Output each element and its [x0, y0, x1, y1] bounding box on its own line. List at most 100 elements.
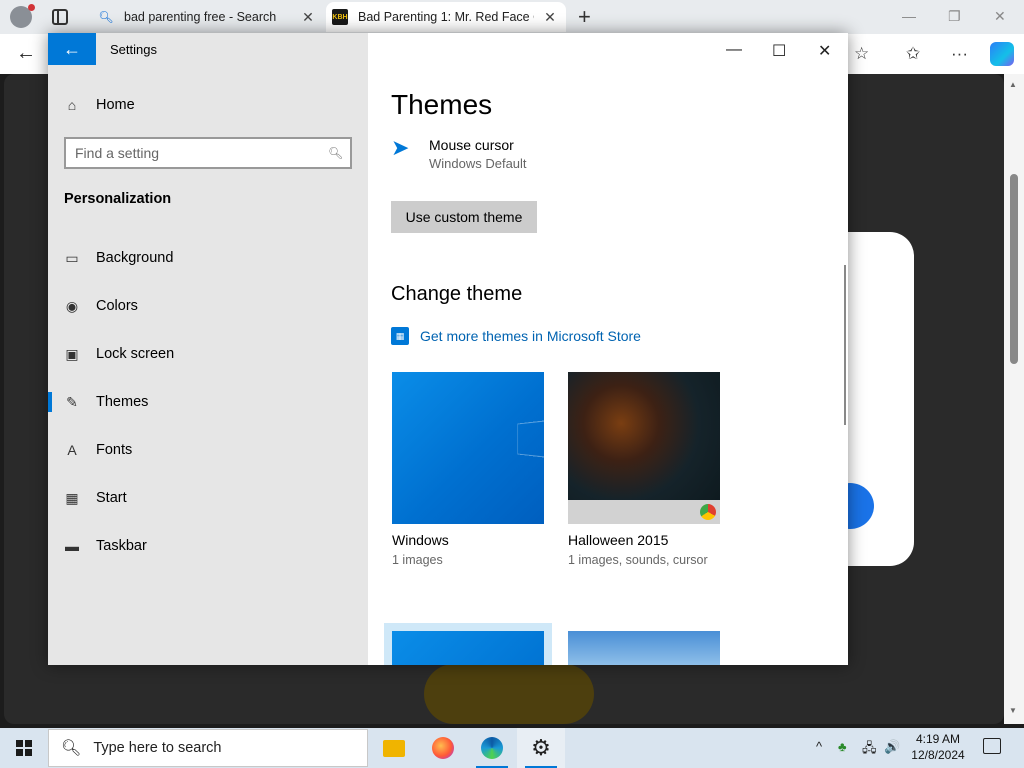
- find-setting-box[interactable]: 🔍︎: [64, 137, 352, 169]
- color-wheel-icon: [700, 504, 716, 520]
- font-icon: A: [67, 442, 77, 458]
- settings-main: — ☐ ✕ Themes ➤ Mouse cursor Windows Defa…: [368, 33, 848, 665]
- change-theme-heading: Change theme: [391, 283, 523, 305]
- taskbar-clock[interactable]: 4:19 AM 12/8/2024: [906, 731, 970, 763]
- sidebar-item-background[interactable]: ▭ Background: [48, 234, 368, 282]
- browser-minimize-button[interactable]: —: [902, 8, 916, 24]
- tab-title: bad parenting free - Search: [124, 10, 277, 24]
- home-icon: ⌂: [67, 97, 77, 113]
- browser-tab-search[interactable]: 🔍︎ bad parenting free - Search ✕: [90, 2, 324, 32]
- sidebar-item-colors[interactable]: ◉ Colors: [48, 282, 368, 330]
- copilot-icon[interactable]: [990, 42, 1014, 66]
- theme-detail: 1 images, sounds, cursor: [568, 553, 708, 567]
- sidebar-item-label: Taskbar: [96, 538, 147, 554]
- sidebar-item-fonts[interactable]: A Fonts: [48, 426, 368, 474]
- find-setting-input[interactable]: [66, 145, 328, 161]
- favorites-icon[interactable]: ✩: [906, 44, 920, 64]
- browser-back-button[interactable]: ←: [16, 42, 36, 65]
- firefox-icon[interactable]: [419, 728, 467, 768]
- browser-restore-button[interactable]: ❐: [948, 8, 961, 25]
- page-scrollbar[interactable]: ▲ ▼: [1004, 74, 1024, 724]
- volume-icon[interactable]: 🔊: [884, 739, 900, 755]
- browser-tab-bar: 🔍︎ bad parenting free - Search ✕ KBH Bad…: [0, 0, 1024, 34]
- sidebar-item-label: Background: [96, 250, 174, 266]
- file-explorer-icon[interactable]: [370, 728, 418, 768]
- palette-icon: ◉: [65, 297, 79, 314]
- store-link-label: Get more themes in Microsoft Store: [420, 328, 641, 344]
- search-icon[interactable]: 🔍︎: [328, 146, 350, 160]
- search-icon: 🔍︎: [61, 740, 82, 757]
- window-title: Settings: [110, 42, 157, 57]
- search-icon: 🔍︎: [98, 10, 114, 24]
- lock-screen-icon: ▣: [65, 345, 79, 362]
- tab-title: Bad Parenting 1: Mr. Red Face On: [358, 10, 534, 24]
- sidebar-item-themes[interactable]: ✎ Themes: [48, 378, 368, 426]
- sidebar-item-label: Home: [96, 97, 135, 113]
- settings-window: ← Settings ⌂ Home 🔍︎ Personalization ▭ B…: [48, 33, 848, 665]
- tray-app-icon[interactable]: ♣: [838, 739, 847, 754]
- theme-tile-windows[interactable]: Windows 1 images: [392, 372, 544, 567]
- page-title: Themes: [391, 89, 493, 120]
- tab-close-icon[interactable]: ✕: [542, 9, 558, 26]
- section-title: Personalization: [64, 191, 172, 207]
- taskbar-search-box[interactable]: 🔍︎ Type here to search: [48, 729, 368, 767]
- browser-tab-game[interactable]: KBH Bad Parenting 1: Mr. Red Face On ✕: [326, 2, 566, 32]
- theme-thumbnail: [392, 631, 544, 665]
- clock-time: 4:19 AM: [915, 732, 961, 746]
- taskbar-icon: ▬: [65, 538, 79, 554]
- taskbar: 🔍︎ Type here to search ⚙ ^ ♣ 🖧 🔊 4:19 AM…: [0, 728, 1024, 768]
- theme-tile-sky[interactable]: [568, 631, 720, 665]
- network-icon[interactable]: 🖧: [862, 739, 877, 761]
- scroll-up-icon[interactable]: ▲: [1009, 80, 1017, 89]
- scrollbar-thumb[interactable]: [1010, 174, 1018, 364]
- page-glow-button[interactable]: [424, 664, 594, 724]
- scroll-down-icon[interactable]: ▼: [1009, 706, 1017, 715]
- tab-close-icon[interactable]: ✕: [300, 9, 316, 26]
- settings-sidebar: ← Settings ⌂ Home 🔍︎ Personalization ▭ B…: [48, 33, 368, 665]
- start-icon: ▦: [65, 489, 79, 506]
- back-arrow-icon[interactable]: ←: [48, 33, 96, 65]
- use-custom-theme-button[interactable]: Use custom theme: [391, 201, 537, 233]
- theme-tile-halloween[interactable]: Halloween 2015 1 images, sounds, cursor: [568, 372, 720, 567]
- tab-actions-icon[interactable]: [52, 9, 68, 25]
- profile-avatar[interactable]: [10, 4, 35, 28]
- sidebar-item-lock-screen[interactable]: ▣ Lock screen: [48, 330, 368, 378]
- cursor-label: Mouse cursor: [429, 137, 514, 153]
- taskbar-search-placeholder: Type here to search: [93, 740, 222, 756]
- sidebar-item-home[interactable]: ⌂ Home: [64, 97, 135, 113]
- store-icon: ▦: [391, 327, 409, 345]
- theme-name: Windows: [392, 532, 449, 548]
- notification-icon[interactable]: [983, 738, 1001, 754]
- edge-icon[interactable]: [468, 728, 516, 768]
- sidebar-nav: ▭ Background ◉ Colors ▣ Lock screen ✎ Th…: [48, 234, 368, 570]
- microsoft-store-link[interactable]: ▦ Get more themes in Microsoft Store: [391, 327, 641, 345]
- sidebar-item-label: Start: [96, 490, 127, 506]
- windows-start-icon[interactable]: [16, 740, 32, 756]
- mouse-cursor-setting[interactable]: ➤ Mouse cursor Windows Default: [391, 137, 527, 172]
- theme-thumbnail: [568, 372, 720, 524]
- theme-detail: 1 images: [392, 553, 443, 567]
- sidebar-item-label: Colors: [96, 298, 138, 314]
- settings-gear-icon[interactable]: ⚙: [517, 728, 565, 768]
- close-button[interactable]: ✕: [818, 41, 831, 61]
- windows-logo-icon: [517, 420, 544, 458]
- theme-name: Halloween 2015: [568, 532, 669, 548]
- sidebar-item-start[interactable]: ▦ Start: [48, 474, 368, 522]
- sidebar-item-label: Themes: [96, 394, 149, 410]
- more-options-icon[interactable]: ···: [951, 44, 968, 64]
- sidebar-item-taskbar[interactable]: ▬ Taskbar: [48, 522, 368, 570]
- tray-chevron-icon[interactable]: ^: [816, 739, 822, 754]
- theme-color-bar: [568, 500, 720, 524]
- favorite-star-icon[interactable]: ☆: [854, 44, 869, 64]
- new-tab-button[interactable]: +: [578, 6, 591, 28]
- sidebar-item-label: Lock screen: [96, 346, 175, 362]
- clock-date: 12/8/2024: [911, 748, 965, 762]
- brush-icon: ✎: [66, 393, 78, 410]
- browser-close-button[interactable]: ✕: [994, 8, 1006, 25]
- halloween-artwork: [568, 372, 720, 500]
- theme-tile-selected[interactable]: [384, 623, 552, 665]
- maximize-button[interactable]: ☐: [772, 41, 786, 61]
- sidebar-item-label: Fonts: [96, 442, 133, 458]
- minimize-button[interactable]: —: [726, 41, 742, 59]
- settings-scrollbar[interactable]: [844, 265, 846, 425]
